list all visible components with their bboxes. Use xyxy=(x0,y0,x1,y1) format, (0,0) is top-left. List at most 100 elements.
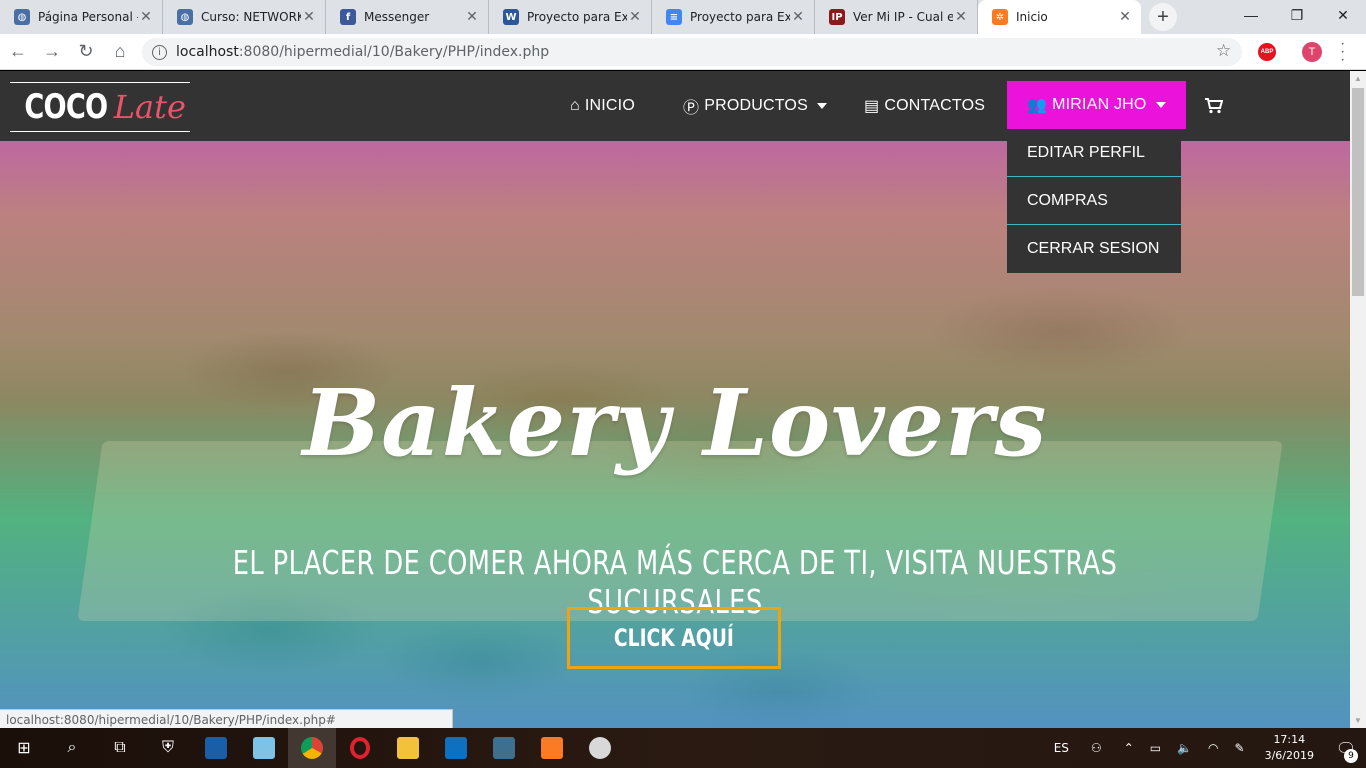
home-icon: ⌂ xyxy=(570,97,580,114)
close-tab-icon[interactable]: ✕ xyxy=(953,9,969,25)
scrollbar-thumb[interactable] xyxy=(1352,88,1364,296)
click-aqui-button[interactable]: CLICK AQUÍ xyxy=(567,607,781,669)
product-icon: Ⓟ xyxy=(683,100,700,117)
chevron-down-icon xyxy=(816,103,827,109)
virtualbox-icon[interactable] xyxy=(192,728,240,768)
browser-tab[interactable]: ◍ Página Personal - U ✕ xyxy=(0,0,163,34)
nav-inicio[interactable]: ⌂ INICIO xyxy=(570,71,635,141)
menu-item-editar-perfil[interactable]: EDITAR PERFIL xyxy=(1007,129,1181,177)
close-tab-icon[interactable]: ✕ xyxy=(790,9,806,25)
action-center-icon[interactable]: 🗨 9 xyxy=(1326,739,1366,763)
maximize-button[interactable]: ❐ xyxy=(1274,0,1320,30)
tab-title: Messenger xyxy=(364,10,430,24)
url-path: :8080/hipermedial/10/Bakery/PHP/index.ph… xyxy=(238,44,550,60)
wifi-icon[interactable]: ◠ xyxy=(1200,741,1226,755)
page-scrollbar[interactable]: ▲ ▼ xyxy=(1350,71,1366,728)
docs-icon: ≡ xyxy=(666,9,682,25)
cart-icon[interactable] xyxy=(1205,71,1223,141)
browser-tab[interactable]: IP Ver Mi IP - Cual es ✕ xyxy=(815,0,978,34)
ip-icon: IP xyxy=(829,9,845,25)
chevron-up-icon[interactable]: ⌃ xyxy=(1116,741,1142,755)
people-icon[interactable]: ⚇ xyxy=(1077,741,1116,755)
cta-label: CLICK AQUÍ xyxy=(614,624,734,652)
notes-app-icon[interactable] xyxy=(240,728,288,768)
site-info-icon[interactable]: i xyxy=(152,44,167,60)
language-indicator[interactable]: ES xyxy=(1046,741,1077,755)
close-tab-icon[interactable]: ✕ xyxy=(464,9,480,25)
close-tab-icon[interactable]: ✕ xyxy=(1117,9,1133,25)
logo-late: Late xyxy=(113,88,186,126)
profile-avatar[interactable]: T xyxy=(1302,42,1322,62)
windows-taskbar: ⊞ ⌕ ⧉ ⛨ ES ⚇ ⌃ ▭ 🔈 ◠ ✎ 17:14 3/6/2019 🗨 … xyxy=(0,728,1366,768)
user-dropdown-menu: EDITAR PERFIL COMPRAS CERRAR SESION xyxy=(1007,129,1181,273)
browser-tab[interactable]: ◍ Curso: NETWORKIN ✕ xyxy=(163,0,326,34)
cart-icon-svg xyxy=(1205,98,1223,114)
browser-tab[interactable]: ≡ Proyecto para Exam ✕ xyxy=(652,0,815,34)
windows-start-icon[interactable]: ⊞ xyxy=(0,728,48,768)
scroll-down-icon[interactable]: ▼ xyxy=(1354,716,1362,725)
forward-icon[interactable]: → xyxy=(36,36,68,68)
url-host: localhost xyxy=(176,44,239,60)
notification-count-badge: 9 xyxy=(1344,748,1358,763)
opera-icon[interactable] xyxy=(336,728,384,768)
globe-icon: ◍ xyxy=(177,9,193,25)
nav-productos-label: PRODUCTOS xyxy=(704,97,808,114)
tab-title: Proyecto para Exam xyxy=(690,10,790,24)
browser-toolbar: ← → ↻ ⌂ i localhost:8080/hipermedial/10/… xyxy=(0,34,1366,70)
search-icon[interactable]: ⌕ xyxy=(48,728,96,768)
menu-item-cerrar-sesion[interactable]: CERRAR SESION xyxy=(1007,225,1181,273)
close-window-button[interactable]: ✕ xyxy=(1320,0,1366,30)
browser-tab[interactable]: W Proyecto para Exam ✕ xyxy=(489,0,652,34)
address-bar[interactable]: i localhost:8080/hipermedial/10/Bakery/P… xyxy=(142,38,1242,66)
id-card-icon: ▤ xyxy=(864,98,880,115)
vscode-icon[interactable] xyxy=(432,728,480,768)
back-icon[interactable]: ← xyxy=(2,36,34,68)
browser-tab[interactable]: f Messenger ✕ xyxy=(326,0,489,34)
battery-icon[interactable]: ▭ xyxy=(1142,741,1169,755)
adblock-extension-icon[interactable]: ABP xyxy=(1258,43,1276,61)
nav-contactos[interactable]: ▤ CONTACTOS xyxy=(864,71,985,141)
file-explorer-icon[interactable] xyxy=(384,728,432,768)
chevron-down-icon xyxy=(1155,102,1166,108)
logo-coco: COCO xyxy=(24,87,108,127)
volume-icon[interactable]: 🔈 xyxy=(1169,741,1200,755)
minimize-button[interactable]: — xyxy=(1228,0,1274,30)
xampp-icon[interactable] xyxy=(528,728,576,768)
page-viewport: COCO Late ⌂ INICIO Ⓟ PRODUCTOS ▤ CONTACT… xyxy=(0,71,1350,728)
hero-headline: Bakery Lovers xyxy=(302,369,1048,477)
window-controls: — ❐ ✕ xyxy=(1228,0,1366,34)
word-icon: W xyxy=(503,9,519,25)
browser-menu-icon[interactable]: · · · xyxy=(1340,36,1345,68)
close-tab-icon[interactable]: ✕ xyxy=(301,9,317,25)
task-view-icon[interactable]: ⧉ xyxy=(96,728,144,768)
home-icon[interactable]: ⌂ xyxy=(104,36,136,68)
tab-title: Inicio xyxy=(1016,10,1048,24)
site-logo[interactable]: COCO Late xyxy=(10,82,190,132)
chrome-icon[interactable] xyxy=(288,728,336,768)
bookmark-star-icon[interactable]: ☆ xyxy=(1216,41,1231,61)
clock-date: 3/6/2019 xyxy=(1264,749,1314,762)
clock[interactable]: 17:14 3/6/2019 xyxy=(1253,732,1326,764)
nav-productos[interactable]: Ⓟ PRODUCTOS xyxy=(683,71,827,141)
link-status-bar: localhost:8080/hipermedial/10/Bakery/PHP… xyxy=(0,709,453,728)
system-tray: ES ⚇ ⌃ ▭ 🔈 ◠ ✎ 17:14 3/6/2019 🗨 9 xyxy=(1046,728,1366,768)
scroll-up-icon[interactable]: ▲ xyxy=(1354,74,1362,83)
xampp-icon: ✲ xyxy=(992,9,1008,25)
reload-icon[interactable]: ↻ xyxy=(70,36,102,68)
menu-item-compras[interactable]: COMPRAS xyxy=(1007,177,1181,225)
browser-tab-active[interactable]: ✲ Inicio ✕ xyxy=(978,0,1141,34)
facebook-icon: f xyxy=(340,9,356,25)
close-tab-icon[interactable]: ✕ xyxy=(138,9,154,25)
nav-user-menu[interactable]: 👥 MIRIAN JHO xyxy=(1007,81,1186,129)
mysql-workbench-icon[interactable] xyxy=(480,728,528,768)
close-tab-icon[interactable]: ✕ xyxy=(627,9,643,25)
new-tab-button[interactable]: + xyxy=(1149,3,1177,31)
paint-icon[interactable] xyxy=(576,728,624,768)
users-icon: 👥 xyxy=(1027,97,1048,114)
nav-contactos-label: CONTACTOS xyxy=(884,97,986,114)
shield-icon[interactable]: ⛨ xyxy=(144,728,192,768)
pen-icon[interactable]: ✎ xyxy=(1227,741,1253,755)
globe-icon: ◍ xyxy=(14,9,30,25)
tab-title: Curso: NETWORKIN xyxy=(201,10,301,24)
tab-title: Proyecto para Exam xyxy=(527,10,627,24)
